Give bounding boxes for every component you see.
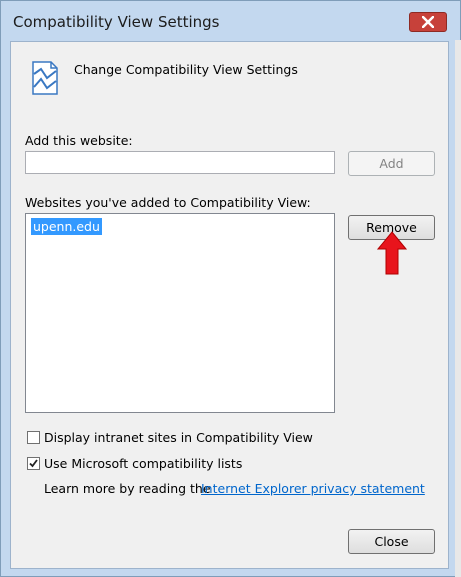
window-title: Compatibility View Settings — [13, 13, 220, 31]
annotation-arrow-icon — [377, 231, 407, 275]
add-button[interactable]: Add — [348, 151, 435, 176]
dialog-body: Change Compatibility View Settings Add t… — [10, 41, 449, 569]
ms-lists-checkbox[interactable] — [27, 457, 40, 470]
learn-more-text: Learn more by reading the — [44, 481, 211, 496]
add-website-input[interactable] — [25, 151, 335, 174]
background-edge — [455, 40, 461, 577]
close-window-button[interactable] — [409, 12, 447, 32]
sites-listbox[interactable]: upenn.edu — [25, 213, 335, 413]
intranet-label[interactable]: Display intranet sites in Compatibility … — [44, 430, 313, 445]
sites-list-label: Websites you've added to Compatibility V… — [25, 195, 311, 210]
add-website-label: Add this website: — [25, 133, 133, 148]
close-button[interactable]: Close — [348, 529, 435, 554]
dialog-window: Compatibility View Settings Change Compa… — [0, 0, 461, 577]
title-bar[interactable]: Compatibility View Settings — [1, 1, 461, 43]
compatibility-view-icon — [32, 61, 58, 95]
close-icon — [422, 16, 434, 28]
checkmark-icon — [29, 459, 38, 468]
intranet-checkbox[interactable] — [27, 431, 40, 444]
list-item[interactable]: upenn.edu — [31, 218, 102, 235]
ms-lists-label[interactable]: Use Microsoft compatibility lists — [44, 456, 242, 471]
dialog-heading: Change Compatibility View Settings — [74, 62, 298, 77]
privacy-statement-link[interactable]: Internet Explorer privacy statement — [201, 481, 425, 496]
